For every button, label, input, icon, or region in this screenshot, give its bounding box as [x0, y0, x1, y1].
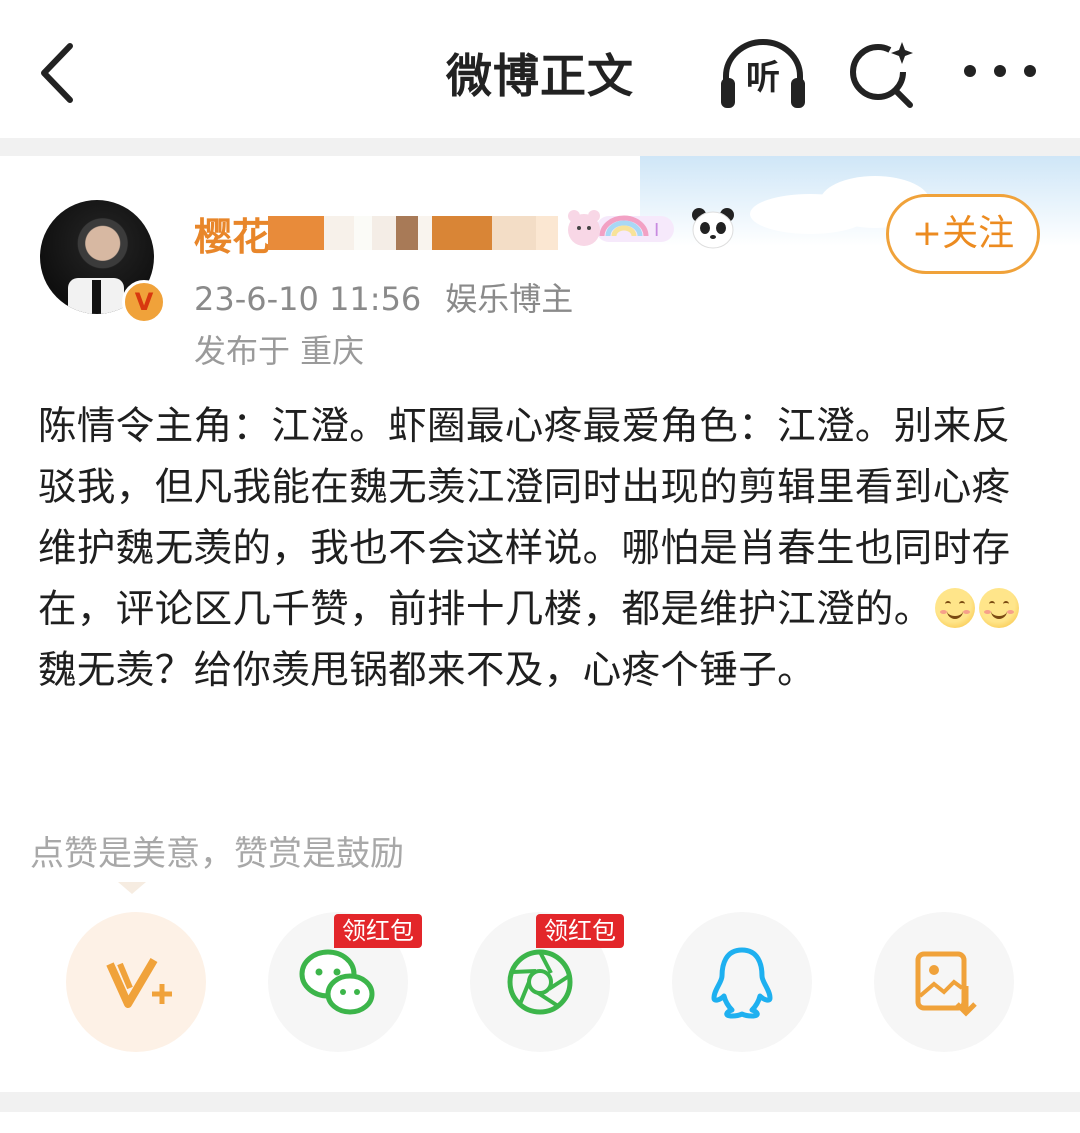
post-text-part-2: 魏无羡？给你羡甩锅都来不及，心疼个锤子。 — [38, 648, 817, 693]
smile-emoji-icon — [934, 588, 975, 628]
search-sparkle-icon — [850, 42, 913, 108]
author-type: 娱乐博主 — [445, 280, 574, 318]
section-divider — [0, 138, 1080, 156]
more-dots-icon — [964, 65, 1036, 77]
follow-button[interactable]: +关注 — [886, 194, 1040, 274]
save-image-icon — [915, 951, 977, 1017]
vip-reward-button[interactable] — [66, 912, 206, 1052]
bear-rainbow-badge-icon: I — [568, 210, 674, 246]
verified-v-icon: V — [122, 280, 166, 324]
redacted-name-mosaic — [268, 216, 558, 250]
hint-pointer — [118, 882, 146, 894]
post-content: 陈情令主角：江澄。虾圈最心疼最爱角色：江澄。别来反驳我，但凡我能在魏无羡江澄同时… — [38, 396, 1043, 701]
red-packet-tag: 领红包 — [334, 914, 422, 948]
red-packet-tag: 领红包 — [536, 914, 624, 948]
vip-plus-icon — [106, 957, 172, 1008]
listen-button[interactable]: 听 — [718, 36, 808, 112]
reward-hint: 点赞是美意，赞赏是鼓励 — [30, 834, 404, 874]
page-title: 微博正文 — [446, 49, 634, 103]
svg-text:I: I — [654, 220, 659, 241]
post-meta: 23-6-10 11:56 娱乐博主 — [194, 274, 573, 320]
top-bar: 微博正文 听 — [0, 0, 1080, 138]
section-divider — [0, 1092, 1080, 1112]
listen-label: 听 — [746, 58, 780, 98]
qq-icon — [711, 947, 773, 1019]
username[interactable]: 樱花 — [194, 206, 270, 261]
post-timestamp: 23-6-10 11:56 — [194, 280, 422, 318]
panda-icon — [692, 208, 734, 249]
save-image-button[interactable] — [874, 912, 1014, 1052]
moments-icon — [507, 949, 573, 1015]
more-options-button[interactable] — [962, 56, 1038, 86]
smile-emoji-icon — [978, 588, 1019, 628]
post-text-part-1: 陈情令主角：江澄。虾圈最心疼最爱角色：江澄。别来反驳我，但凡我能在魏无羡江澄同时… — [38, 404, 1011, 632]
search-button[interactable] — [846, 38, 918, 110]
wechat-icon — [299, 949, 375, 1015]
post-location: 发布于 重庆 — [194, 332, 365, 370]
share-qq-button[interactable] — [672, 912, 812, 1052]
